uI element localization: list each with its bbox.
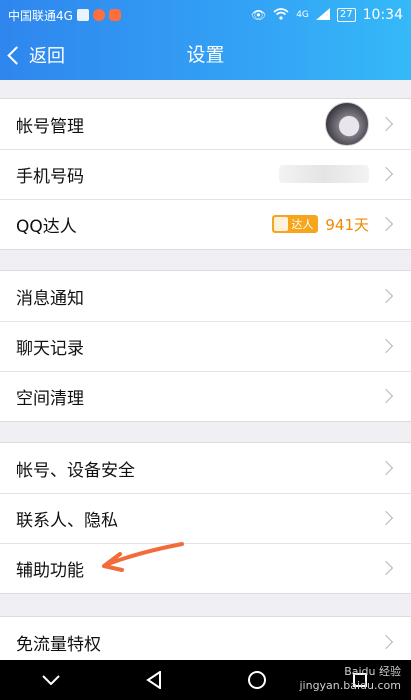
settings-item-account-management[interactable]: 帐号管理 (0, 99, 411, 149)
settings-item-label: QQ达人 (16, 216, 77, 237)
home-circle-icon[interactable] (237, 660, 277, 700)
settings-item-label: 联系人、隐私 (16, 510, 118, 531)
settings-item-label: 空间清理 (16, 388, 84, 409)
wifi-icon (273, 7, 289, 23)
status-bar: 中国联通4G 👁 4G 27 10:34 (0, 0, 411, 30)
qq-notification-icon (76, 9, 89, 21)
top-nav-bar: 返回 设置 (0, 30, 411, 80)
talent-badge-label: 达人 (291, 218, 314, 231)
chevron-right-icon (378, 510, 394, 526)
settings-item-label: 聊天记录 (16, 338, 84, 359)
eye-icon: 👁 (250, 8, 267, 22)
chevron-right-icon (378, 166, 394, 182)
status-time: 10:34 (362, 7, 403, 23)
page-title: 设置 (186, 44, 225, 66)
signal-type-label: 4G (296, 10, 309, 20)
settings-item-label: 辅助功能 (16, 560, 84, 581)
watermark: Baidu 经验 jingyan.baidu.com (299, 665, 401, 693)
battery-indicator: 27 (336, 8, 356, 22)
settings-group-messages: 消息通知 聊天记录 空间清理 (0, 270, 411, 422)
chevron-right-icon (378, 116, 394, 132)
chevron-right-icon (378, 460, 394, 476)
annotation-arrow-icon (102, 542, 184, 572)
settings-item-notifications[interactable]: 消息通知 (0, 271, 411, 321)
chevron-right-icon (378, 338, 394, 354)
settings-item-contacts-privacy[interactable]: 联系人、隐私 (0, 493, 411, 543)
watermark-brand: Baidu 经验 (344, 665, 401, 678)
settings-item-label: 帐号、设备安全 (16, 460, 135, 481)
settings-item-label: 消息通知 (16, 288, 84, 309)
settings-item-qq-talent[interactable]: QQ达人 达人 941天 (0, 199, 411, 249)
back-triangle-icon[interactable] (134, 660, 174, 700)
talent-badge: 达人 (272, 215, 319, 233)
carrier-label: 中国联通4G (8, 8, 73, 23)
settings-item-account-device-security[interactable]: 帐号、设备安全 (0, 443, 411, 493)
chevron-right-icon (378, 216, 394, 232)
settings-item-accessibility[interactable]: 辅助功能 (0, 543, 411, 593)
settings-item-label: 手机号码 (16, 166, 84, 187)
settings-item-label: 帐号管理 (16, 116, 84, 137)
signal-strength-icon (315, 7, 330, 23)
watermark-url: jingyan.baidu.com (299, 679, 401, 692)
settings-item-label: 免流量特权 (16, 634, 101, 655)
weibo-alt-notification-icon (108, 9, 121, 21)
chevron-right-icon (378, 288, 394, 304)
collapse-chevron-icon[interactable] (31, 660, 71, 700)
avatar (325, 102, 369, 146)
talent-days-count: 941天 (325, 215, 369, 234)
settings-item-storage-cleanup[interactable]: 空间清理 (0, 371, 411, 421)
settings-item-phone-number[interactable]: 手机号码 (0, 149, 411, 199)
talent-wing-icon (274, 217, 289, 231)
weibo-notification-icon (92, 9, 105, 21)
blurred-phone-number (279, 165, 369, 183)
chevron-right-icon (378, 388, 394, 404)
settings-group-account: 帐号管理 手机号码 QQ达人 达人 941天 (0, 98, 411, 250)
settings-group-security: 帐号、设备安全 联系人、隐私 辅助功能 (0, 442, 411, 594)
settings-item-chat-history[interactable]: 聊天记录 (0, 321, 411, 371)
chevron-right-icon (378, 560, 394, 576)
chevron-right-icon (378, 634, 394, 650)
